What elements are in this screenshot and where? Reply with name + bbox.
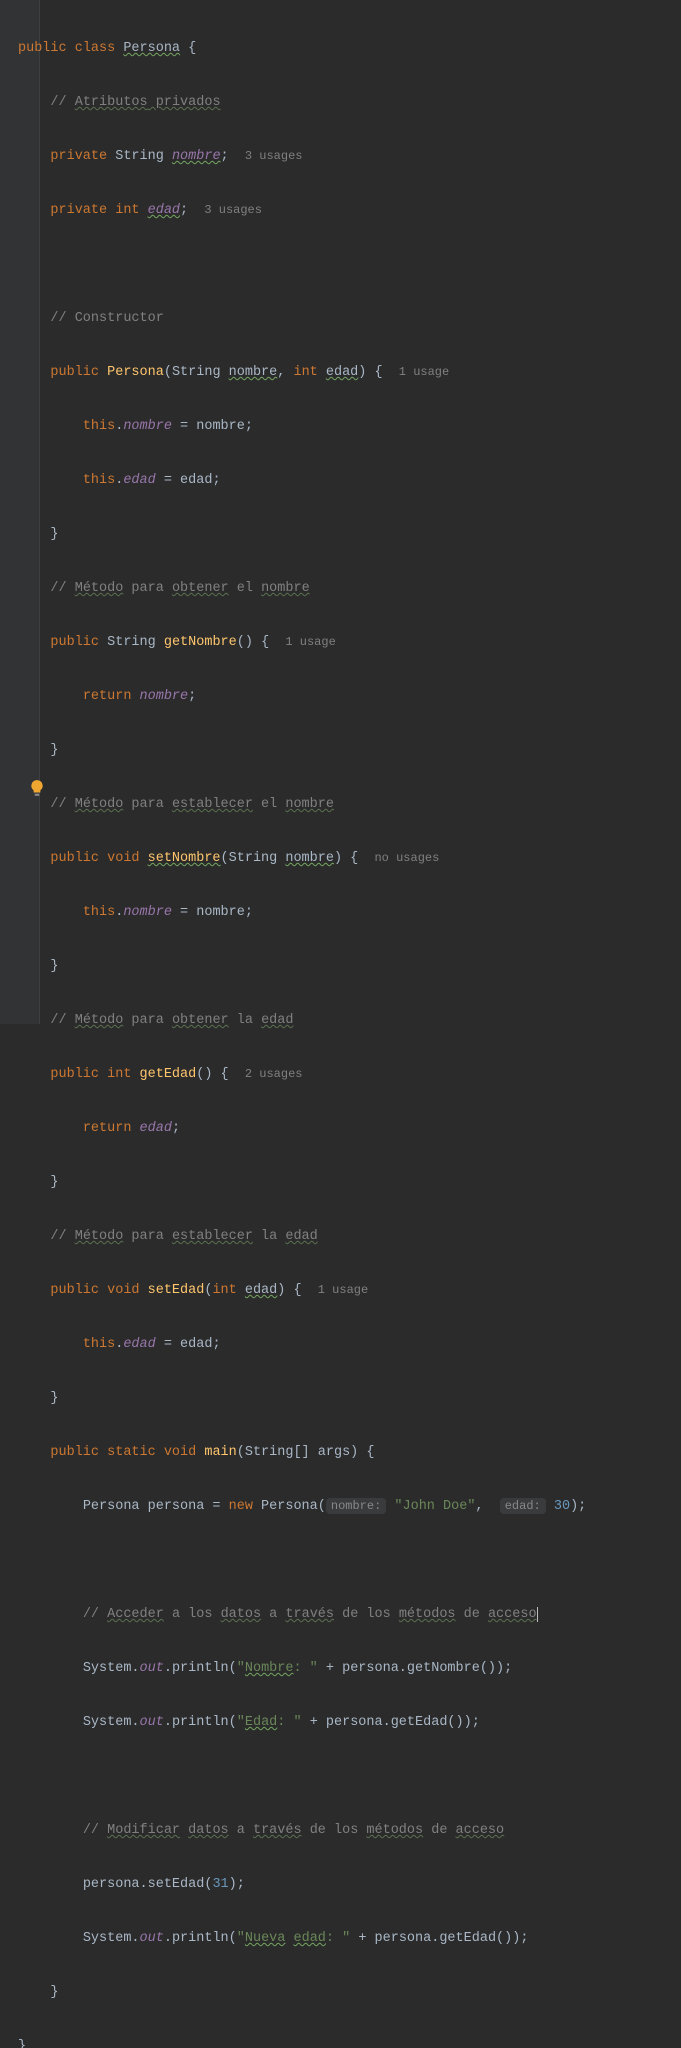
usage-hint: 3 usages (204, 203, 262, 217)
code-line (0, 1763, 586, 1790)
usage-hint: 2 usages (245, 1067, 303, 1081)
usage-hint: 3 usages (245, 149, 303, 163)
usage-hint: 1 usage (399, 365, 449, 379)
code-line: System.out.println("Nueva edad: " + pers… (0, 1925, 586, 1952)
code-line: } (0, 521, 586, 548)
code-line: public void setEdad(int edad) { 1 usage (0, 1277, 586, 1304)
code-line: public int getEdad() { 2 usages (0, 1061, 586, 1088)
code-line: // Método para establecer la edad (0, 1223, 586, 1250)
param-hint: edad: (500, 1498, 546, 1514)
code-line: } (0, 2033, 586, 2048)
code-line: // Constructor (0, 305, 586, 332)
code-line: // Método para establecer el nombre (0, 791, 586, 818)
code-line: } (0, 1979, 586, 2006)
code-line: // Acceder a los datos a través de los m… (0, 1601, 586, 1628)
code-editor[interactable]: public class Persona { // Atributos priv… (0, 8, 586, 2048)
code-line: this.edad = edad; (0, 467, 586, 494)
code-line: public String getNombre() { 1 usage (0, 629, 586, 656)
code-line: // Método para obtener la edad (0, 1007, 586, 1034)
code-line: this.nombre = nombre; (0, 899, 586, 926)
usage-hint: 1 usage (318, 1283, 368, 1297)
code-line: this.edad = edad; (0, 1331, 586, 1358)
code-line: this.nombre = nombre; (0, 413, 586, 440)
code-line (0, 251, 586, 278)
code-line: System.out.println("Nombre: " + persona.… (0, 1655, 586, 1682)
usage-hint: no usages (374, 851, 439, 865)
code-line: persona.setEdad(31); (0, 1871, 586, 1898)
code-line: public static void main(String[] args) { (0, 1439, 586, 1466)
code-line: } (0, 737, 586, 764)
code-line: } (0, 953, 586, 980)
code-line: System.out.println("Edad: " + persona.ge… (0, 1709, 586, 1736)
code-line: public class Persona { (0, 35, 586, 62)
code-line: return nombre; (0, 683, 586, 710)
code-line: // Atributos privados (0, 89, 586, 116)
code-line: public void setNombre(String nombre) { n… (0, 845, 586, 872)
param-hint: nombre: (326, 1498, 386, 1514)
code-line: // Modificar datos a través de los métod… (0, 1817, 586, 1844)
code-line: private String nombre; 3 usages (0, 143, 586, 170)
code-line: return edad; (0, 1115, 586, 1142)
code-line: private int edad; 3 usages (0, 197, 586, 224)
code-line: } (0, 1169, 586, 1196)
code-line (0, 1547, 586, 1574)
code-line: public Persona(String nombre, int edad) … (0, 359, 586, 386)
code-line: Persona persona = new Persona(nombre: "J… (0, 1493, 586, 1520)
usage-hint: 1 usage (285, 635, 335, 649)
code-line: } (0, 1385, 586, 1412)
code-line: // Método para obtener el nombre (0, 575, 586, 602)
